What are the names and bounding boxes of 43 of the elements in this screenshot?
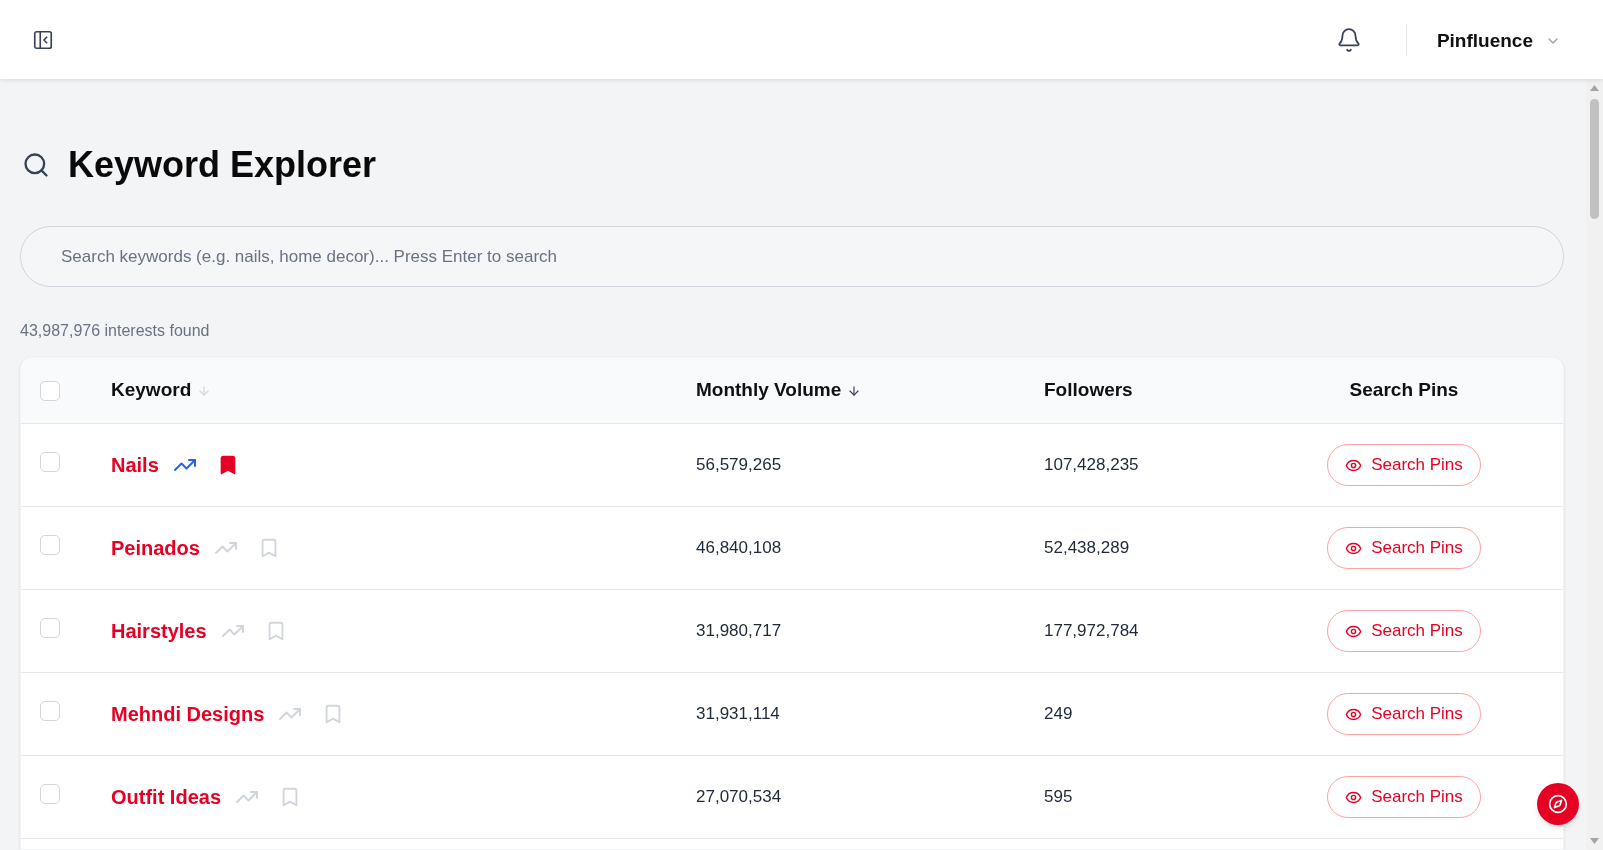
table-cell-text: 595	[1044, 786, 1073, 809]
column-header: Search Pins	[1349, 378, 1459, 403]
compass-button[interactable]	[1537, 783, 1579, 825]
table-cell-text: 46,840,108	[696, 537, 782, 560]
sidebar-toggle-icon[interactable]	[32, 28, 54, 51]
account-menu-button[interactable]: Pinfluence	[1436, 26, 1561, 56]
scrollbar-thumb[interactable]	[1590, 99, 1599, 219]
keyword-link[interactable]: Nails	[111, 450, 159, 480]
scrollbar[interactable]	[1586, 79, 1603, 850]
column-header: Followers	[1044, 378, 1133, 403]
column-header[interactable]: Keyword	[111, 376, 212, 405]
keyword-link[interactable]: Hairstyles	[111, 616, 207, 646]
scroll-up-icon[interactable]	[1590, 85, 1599, 91]
keyword-link[interactable]: Outfit Ideas	[111, 782, 221, 812]
scroll-down-icon[interactable]	[1590, 838, 1599, 844]
search-icon	[22, 151, 50, 179]
checkbox[interactable]	[40, 701, 60, 721]
table-cell-text: 107,428,235	[1044, 454, 1139, 477]
page-title: Keyword Explorer	[68, 147, 377, 183]
table-cell-text: 249	[1044, 703, 1073, 726]
checkbox[interactable]	[40, 618, 60, 638]
search-field[interactable]: Search keywords (e.g. nails, home decor)... Press Enter to search	[20, 226, 1564, 287]
table-cell-text: 56,579,265	[696, 454, 782, 477]
result-count: 43,987,976 interests found	[20, 321, 210, 341]
search-pins-button[interactable]: Search Pins	[1327, 776, 1481, 818]
table-cell-text: 31,980,717	[696, 620, 782, 643]
table-cell-text: 52,438,289	[1044, 537, 1130, 560]
table-cell-text: 31,931,114	[696, 703, 780, 726]
search-pins-button[interactable]: Search Pins	[1327, 444, 1481, 486]
checkbox[interactable]	[40, 452, 60, 472]
keyword-link[interactable]: Peinados	[111, 533, 200, 563]
checkbox[interactable]	[40, 380, 60, 401]
compass-icon	[1548, 794, 1568, 814]
checkbox[interactable]	[40, 784, 60, 804]
table-cell-text: 27,070,534	[696, 786, 782, 809]
search-pins-button[interactable]: Search Pins	[1327, 693, 1481, 735]
search-pins-button[interactable]: Search Pins	[1327, 610, 1481, 652]
table-cell-text: 177,972,784	[1044, 620, 1139, 643]
column-header[interactable]: Monthly Volume	[696, 376, 862, 405]
checkbox[interactable]	[40, 535, 60, 555]
keyword-link[interactable]: Mehndi Designs	[111, 699, 265, 729]
search-pins-button[interactable]: Search Pins	[1327, 527, 1481, 569]
notifications-icon[interactable]	[1335, 26, 1362, 53]
